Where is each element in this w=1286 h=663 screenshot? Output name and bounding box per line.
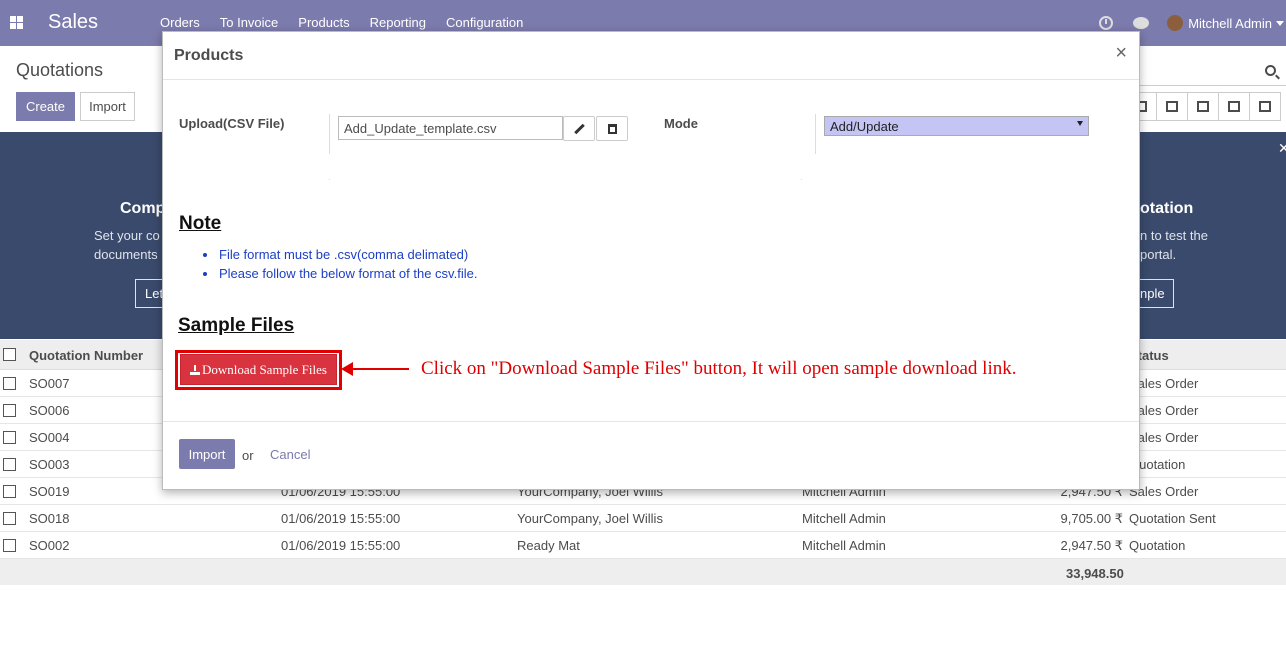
note-list: File format must be .csv(comma delimated… [203, 245, 477, 283]
banner-left-text-line: documents [94, 247, 158, 262]
row-number: SO019 [29, 484, 70, 499]
row-number: SO003 [29, 457, 70, 472]
banner-right-title: otation [1140, 200, 1194, 217]
banner-left-text: Set your co documents [94, 226, 164, 264]
row-status: Quotation [1129, 538, 1186, 553]
row-customer: Ready Mat [517, 538, 580, 553]
row-salesperson: Mitchell Admin [802, 511, 886, 526]
banner-right-text-line: portal. [1140, 247, 1177, 262]
row-total: 9,705.00 ₹ [1060, 511, 1124, 526]
row-checkbox[interactable] [3, 539, 16, 552]
app-brand: Sales [48, 11, 99, 33]
calendar-view-icon[interactable] [1156, 92, 1188, 121]
activity-clock-icon[interactable] [1099, 16, 1114, 30]
table-row[interactable]: SO002 01/06/2019 15:55:00 Ready Mat Mitc… [0, 532, 1286, 559]
row-status: Quotation Sent [1129, 511, 1216, 526]
graph-view-icon[interactable] [1218, 92, 1250, 121]
create-button[interactable]: Create [16, 92, 75, 121]
download-sample-files-button[interactable]: Download Sample Files [180, 354, 337, 385]
import-list-button[interactable]: Import [80, 92, 135, 121]
row-checkbox[interactable] [3, 404, 16, 417]
row-salesperson: Mitchell Admin [802, 538, 886, 553]
row-checkbox[interactable] [3, 485, 16, 498]
divider [801, 179, 802, 180]
chevron-down-icon [1077, 121, 1083, 126]
note-heading: Note [179, 213, 222, 234]
row-checkbox[interactable] [3, 431, 16, 444]
divider [329, 179, 330, 180]
products-import-dialog: Products × Upload(CSV File) Add_Update_t… [162, 31, 1140, 490]
row-checkbox[interactable] [3, 377, 16, 390]
main-menu: Orders To Invoice Products Reporting Con… [160, 15, 543, 30]
divider [329, 114, 330, 154]
banner-right-text-line: n to test the [1140, 228, 1208, 243]
user-avatar[interactable] [1167, 15, 1184, 31]
table-row[interactable]: SO018 01/06/2019 15:55:00 YourCompany, J… [0, 505, 1286, 532]
row-number: SO004 [29, 430, 70, 445]
clear-file-button[interactable] [596, 116, 628, 141]
search-input[interactable] [1140, 58, 1286, 86]
close-icon[interactable]: × [1115, 42, 1127, 65]
cancel-button[interactable]: Cancel [270, 447, 310, 462]
row-checkbox[interactable] [3, 512, 16, 525]
banner-right-text: n to test the portal. [1140, 226, 1208, 264]
row-customer: YourCompany, Joel Willis [517, 511, 663, 526]
banner-close-icon[interactable]: ✕ [1278, 140, 1286, 157]
row-number: SO007 [29, 376, 70, 391]
chat-icon[interactable] [1133, 17, 1150, 29]
menu-item-to-invoice[interactable]: To Invoice [220, 15, 279, 30]
row-date: 01/06/2019 15:55:00 [281, 511, 401, 526]
download-button-label: Download Sample Files [202, 361, 327, 377]
apps-menu-icon[interactable] [10, 16, 23, 29]
menu-item-products[interactable]: Products [298, 15, 349, 30]
pivot-view-icon[interactable] [1249, 92, 1281, 121]
dialog-title: Products [174, 47, 244, 64]
row-number: SO002 [29, 538, 70, 553]
annotation-arrowhead [341, 362, 353, 376]
or-text: or [242, 448, 254, 463]
upload-label: Upload(CSV File) [179, 116, 285, 131]
banner-left-button[interactable]: Let [135, 279, 165, 308]
note-item: Please follow the below format of the cs… [203, 264, 477, 283]
page-title: Quotations [16, 60, 104, 80]
mode-select-value: Add/Update [830, 119, 899, 134]
menu-item-orders[interactable]: Orders [160, 15, 200, 30]
trash-icon [607, 123, 617, 134]
search-icon[interactable] [1265, 65, 1276, 76]
banner-right-button[interactable]: nple [1140, 279, 1174, 308]
note-item: File format must be .csv(comma delimated… [203, 245, 477, 264]
download-icon [190, 364, 201, 375]
row-number: SO018 [29, 511, 70, 526]
view-switcher [1125, 92, 1281, 121]
column-header-number[interactable]: Quotation Number [29, 348, 143, 363]
banner-left-text-line: Set your co [94, 228, 160, 243]
footer-total: 33,948.50 [1066, 566, 1124, 581]
annotation-arrow [349, 368, 409, 370]
dialog-header: Products × [163, 32, 1139, 80]
select-all-checkbox[interactable] [3, 348, 16, 361]
divider [815, 114, 816, 154]
import-button[interactable]: Import [179, 439, 235, 469]
edit-file-button[interactable] [563, 116, 595, 141]
pencil-icon [573, 123, 585, 134]
file-name-field[interactable]: Add_Update_template.csv [338, 116, 563, 140]
list-view-icon[interactable] [1187, 92, 1219, 121]
sample-files-heading: Sample Files [178, 315, 295, 336]
annotation-callout: Click on "Download Sample Files" button,… [421, 358, 1017, 379]
menu-item-reporting[interactable]: Reporting [370, 15, 426, 30]
row-date: 01/06/2019 15:55:00 [281, 538, 401, 553]
row-number: SO006 [29, 403, 70, 418]
banner-left-title: Comp [120, 200, 166, 217]
row-checkbox[interactable] [3, 458, 16, 471]
menu-item-configuration[interactable]: Configuration [446, 15, 523, 30]
row-total: 2,947.50 ₹ [1060, 538, 1124, 553]
user-name[interactable]: Mitchell Admin [1188, 16, 1272, 31]
mode-label: Mode [664, 116, 698, 131]
caret-down-icon[interactable] [1276, 20, 1284, 26]
mode-select[interactable]: Add/Update [824, 116, 1089, 136]
